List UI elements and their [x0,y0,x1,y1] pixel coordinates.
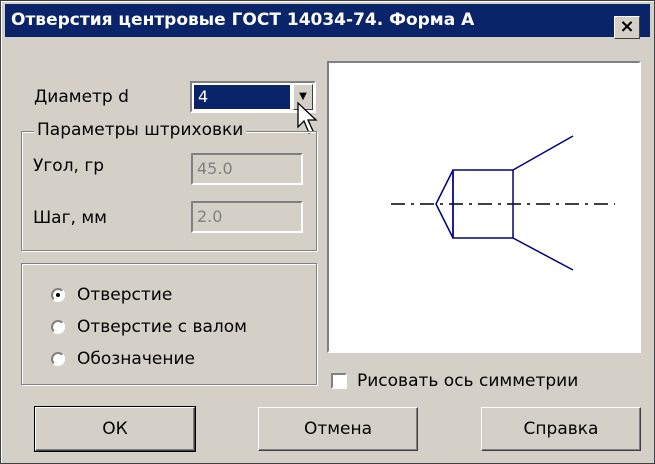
close-button[interactable]: × [614,16,640,39]
step-value: 2.0 [197,207,223,226]
ok-button[interactable]: ОК [34,406,196,452]
radio-dot [56,293,60,297]
radio-hole[interactable] [51,288,65,302]
radio-designation[interactable] [51,352,65,366]
angle-label: Угол, гр [33,156,105,176]
radio-designation-label[interactable]: Обозначение [77,349,195,369]
cancel-button-label: Отмена [303,419,373,439]
axis-checkbox[interactable] [331,373,347,389]
diameter-selected-value: 4 [194,85,290,109]
hatching-legend: Параметры штриховки [34,120,247,140]
preview-canvas [327,61,641,353]
radio-hole-with-shaft[interactable] [51,320,65,334]
window-title: Отверстия центровые ГОСТ 14034-74. Форма… [11,10,475,30]
title-bar[interactable]: Отверстия центровые ГОСТ 14034-74. Форма… [5,4,650,37]
angle-field[interactable]: 45.0 [191,153,303,185]
help-button[interactable]: Справка [481,407,641,451]
axis-checkbox-label[interactable]: Рисовать ось симметрии [357,371,578,391]
dialog-window: Отверстия центровые ГОСТ 14034-74. Форма… [0,0,655,464]
chamfer-bottom-line [512,237,574,271]
help-button-label: Справка [523,419,599,439]
center-hole-drawing [391,135,615,271]
radio-hole-label[interactable]: Отверстие [77,285,172,305]
step-field[interactable]: 2.0 [191,201,303,233]
diameter-label: Диаметр d [34,87,129,107]
radio-hole-with-shaft-label[interactable]: Отверстие с валом [77,317,247,337]
hatching-groupbox [21,131,317,251]
angle-value: 45.0 [197,159,233,178]
ok-button-label: ОК [102,419,128,439]
chamfer-top-line [512,135,574,171]
step-label: Шаг, мм [33,208,107,228]
close-icon: × [619,16,635,37]
cancel-button[interactable]: Отмена [258,407,418,451]
